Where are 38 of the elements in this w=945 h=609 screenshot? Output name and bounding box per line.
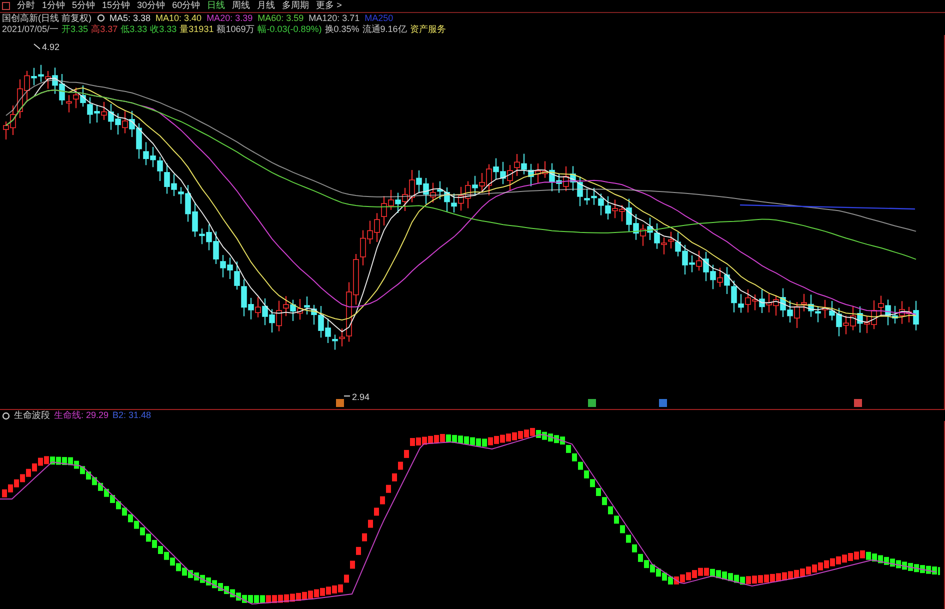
price-low-label: 2.94: [342, 390, 376, 402]
moving-average-reading: MA120: 3.71: [308, 12, 360, 24]
moving-average-reading: MA10: 3.40: [156, 12, 202, 24]
event-marker-icon[interactable]: [336, 398, 344, 407]
event-marker-icon[interactable]: [854, 398, 862, 407]
period-tab[interactable]: 更多 >: [316, 0, 342, 12]
quote-field: 低3.33: [120, 24, 148, 35]
event-marker-icon[interactable]: [659, 398, 667, 407]
event-marker-icon[interactable]: [588, 398, 596, 407]
period-tab[interactable]: 5分钟: [72, 0, 96, 12]
period-tab[interactable]: 30分钟: [137, 0, 166, 12]
period-tab[interactable]: 1分钟: [42, 0, 66, 12]
indicator-reading: 生命线: 29.29: [54, 410, 109, 421]
quote-field: 流通9.16亿: [362, 24, 407, 35]
quote-field: 幅-0.03(-0.89%): [258, 24, 322, 35]
period-tab[interactable]: 分时: [17, 0, 35, 12]
quote-field: 2021/07/05/一: [2, 24, 59, 35]
stock-title: 国创高新(日线 前复权): [2, 12, 92, 24]
period-tab[interactable]: 15分钟: [102, 0, 130, 12]
moving-average-reading: MA60: 3.59: [258, 12, 304, 24]
quote-field: 额1069万: [216, 24, 255, 35]
moving-average-reading: MA250: [364, 12, 394, 24]
indicator-name: 生命波段: [14, 410, 50, 421]
quote-field: 资产服务: [410, 24, 446, 35]
price-high-label: 4.92: [32, 40, 66, 52]
quote-field: 开3.35: [62, 24, 88, 35]
quote-field: 换0.35%: [324, 24, 360, 35]
period-tab[interactable]: 60分钟: [172, 0, 200, 12]
quote-field: 量31931: [180, 24, 214, 35]
period-tab[interactable]: 多周期: [282, 0, 310, 12]
indicator-reading: B2: 31.48: [112, 410, 152, 421]
period-tab[interactable]: 日线: [207, 0, 226, 12]
period-tab[interactable]: 周线: [232, 0, 250, 12]
quote-field: 收3.33: [150, 24, 177, 35]
period-tab[interactable]: 月线: [257, 0, 276, 12]
quote-field: 高3.37: [91, 24, 118, 35]
moving-average-reading: MA5: 3.38: [110, 12, 151, 24]
moving-average-reading: MA20: 3.39: [206, 12, 253, 24]
